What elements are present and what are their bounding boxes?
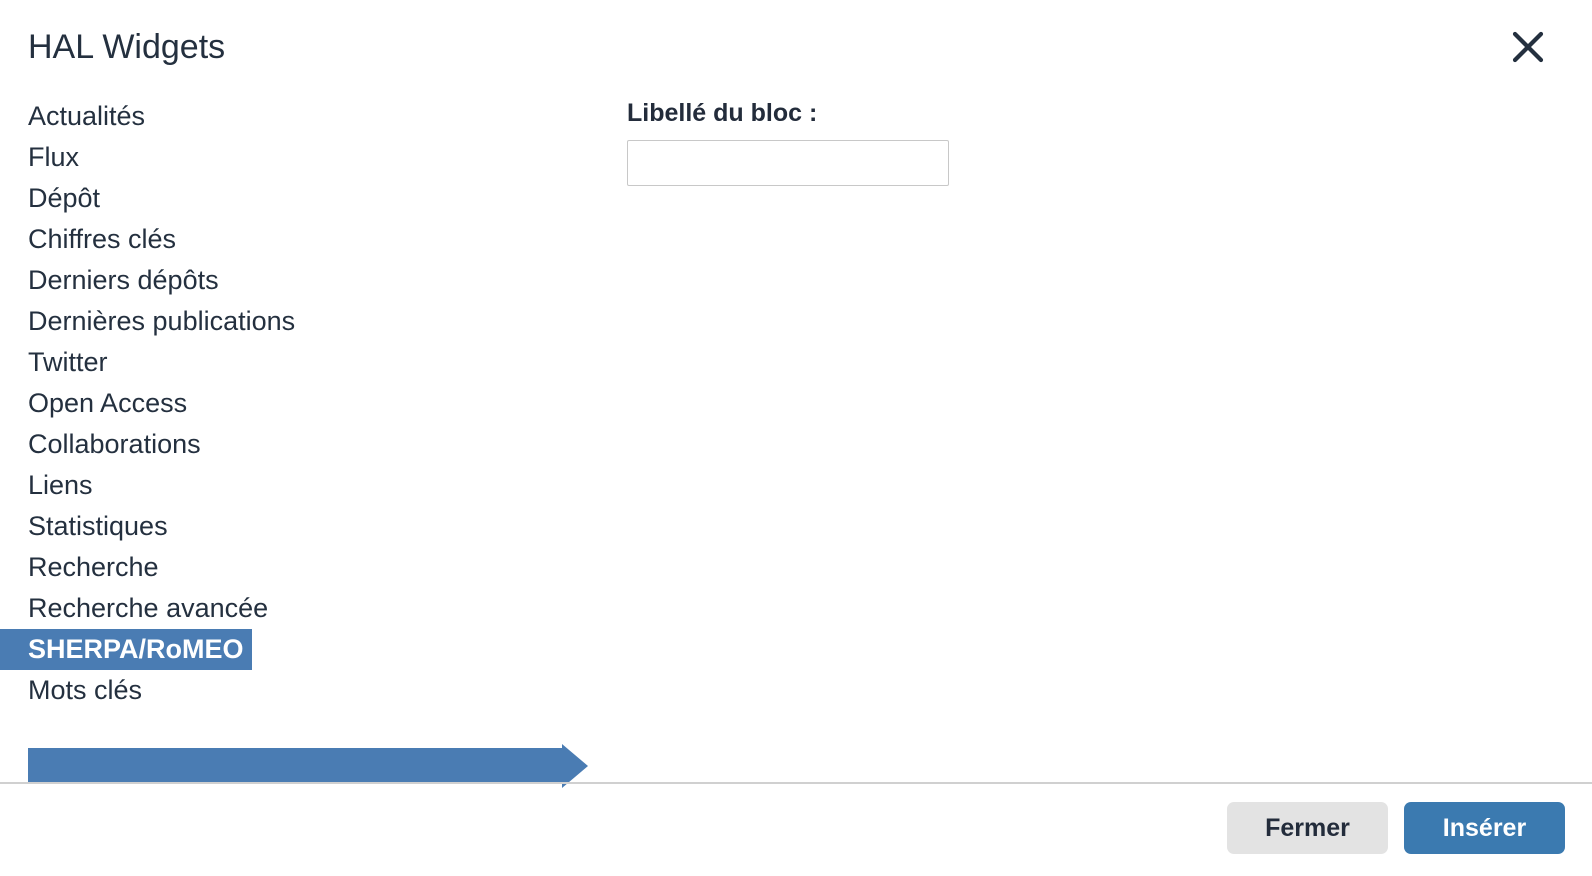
list-item-label: Derniers dépôts bbox=[28, 265, 219, 295]
close-dialog-button[interactable]: Fermer bbox=[1227, 802, 1388, 854]
list-item-label: Statistiques bbox=[28, 511, 168, 541]
list-item[interactable]: Chiffres clés bbox=[0, 219, 600, 260]
close-icon bbox=[1511, 30, 1545, 64]
list-item[interactable]: Collaborations bbox=[0, 424, 600, 465]
list-item[interactable]: Mots clés bbox=[0, 670, 600, 711]
list-item[interactable]: Dernières publications bbox=[0, 301, 600, 342]
list-item-selected[interactable]: SHERPA/RoMEO bbox=[0, 629, 252, 670]
list-item-label: Chiffres clés bbox=[28, 224, 177, 254]
close-button[interactable] bbox=[1508, 27, 1548, 67]
dialog-header: HAL Widgets bbox=[0, 0, 1592, 96]
dialog-body: Actualités Flux Dépôt Chiffres clés Dern… bbox=[0, 96, 1592, 876]
list-item-label: Dépôt bbox=[28, 183, 101, 213]
list-item[interactable]: Twitter bbox=[0, 342, 600, 383]
list-item[interactable]: Derniers dépôts bbox=[0, 260, 600, 301]
list-item-label: Open Access bbox=[28, 388, 188, 418]
widget-list: Actualités Flux Dépôt Chiffres clés Dern… bbox=[0, 96, 600, 711]
page-title: HAL Widgets bbox=[28, 28, 226, 66]
list-item[interactable]: Flux bbox=[0, 137, 600, 178]
dialog-footer: Fermer Insérer bbox=[0, 782, 1592, 876]
list-item-label: Recherche bbox=[28, 552, 159, 582]
insert-button[interactable]: Insérer bbox=[1404, 802, 1565, 854]
list-item-label: Mots clés bbox=[28, 675, 143, 705]
list-item[interactable]: Liens bbox=[0, 465, 600, 506]
block-label-form: Libellé du bloc : bbox=[627, 96, 1027, 186]
list-item-label: Liens bbox=[28, 470, 93, 500]
list-item-label: Dernières publications bbox=[28, 306, 296, 336]
list-item[interactable]: Statistiques bbox=[0, 506, 600, 547]
hal-widgets-dialog: HAL Widgets Actualités Flux Dépôt Chiffr… bbox=[0, 0, 1592, 876]
footer-actions: Fermer Insérer bbox=[1227, 802, 1565, 854]
block-label-title: Libellé du bloc : bbox=[627, 99, 818, 127]
list-item[interactable]: Dépôt bbox=[0, 178, 600, 219]
list-item-label: Recherche avancée bbox=[28, 593, 269, 623]
list-item[interactable]: Recherche bbox=[0, 547, 600, 588]
block-label-input[interactable] bbox=[627, 140, 949, 186]
list-item-label: Twitter bbox=[28, 347, 108, 377]
list-item-label: Actualités bbox=[28, 101, 146, 131]
list-item[interactable]: Recherche avancée bbox=[0, 588, 600, 629]
list-item[interactable]: Actualités bbox=[0, 96, 600, 137]
list-item-label: Collaborations bbox=[28, 429, 201, 459]
list-item-label: Flux bbox=[28, 142, 80, 172]
list-item[interactable]: Open Access bbox=[0, 383, 600, 424]
